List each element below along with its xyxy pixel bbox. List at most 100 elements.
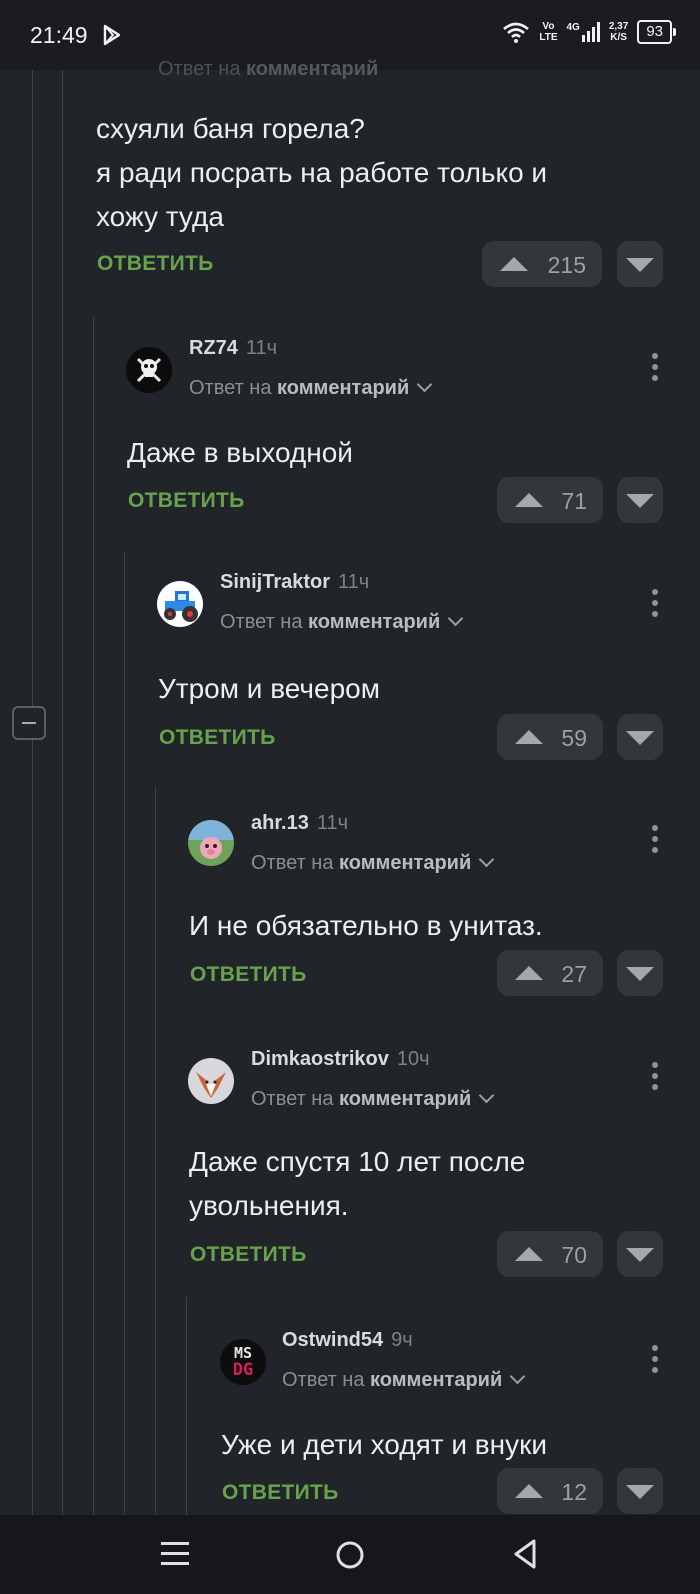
downvote-button[interactable]: [617, 241, 663, 287]
upvote-button[interactable]: 27: [497, 950, 603, 996]
reply-button[interactable]: ОТВЕТИТЬ: [97, 252, 214, 276]
downvote-icon: [626, 1248, 654, 1262]
reply-to: Ответ на комментарий: [189, 376, 433, 400]
reply-target-link[interactable]: комментарий: [246, 58, 378, 80]
reply-button[interactable]: ОТВЕТИТЬ: [159, 726, 276, 750]
network-type: 4G: [566, 22, 580, 33]
upvote-icon: [515, 1247, 543, 1261]
downvote-button[interactable]: [617, 1468, 663, 1514]
net-speed-unit: K/S: [610, 32, 627, 43]
upvote-icon: [515, 1484, 543, 1498]
reply-target-link[interactable]: комментарий: [308, 611, 440, 633]
author-name[interactable]: Ostwind54: [282, 1329, 383, 1351]
signal-icon: 4G: [567, 22, 600, 42]
comment-time: 10ч: [396, 1048, 430, 1070]
comment-text-line: И не обязательно в унитаз.: [189, 910, 543, 941]
vote-count: 27: [561, 961, 587, 987]
back-icon[interactable]: [512, 1538, 538, 1570]
volte-label: Vo LTE: [539, 21, 557, 43]
wifi-icon: [503, 22, 530, 43]
comment-text-line: Даже спустя 10 лет после: [189, 1146, 526, 1177]
avatar[interactable]: MS DG: [220, 1339, 266, 1385]
downvote-icon: [626, 1485, 654, 1499]
menu-icon[interactable]: [161, 1539, 189, 1569]
vote-count: 59: [561, 725, 587, 751]
chevron-down-icon[interactable]: [478, 851, 495, 868]
comment-text-line: увольнения.: [189, 1190, 349, 1221]
reply-target-link[interactable]: комментарий: [339, 852, 471, 874]
avatar[interactable]: [188, 820, 234, 866]
chevron-down-icon[interactable]: [416, 376, 433, 393]
comment-header: ahr.13 11ч: [251, 812, 348, 835]
comment-text-line: хожу туда: [96, 201, 224, 232]
comment-header: SinijTraktor 11ч: [220, 571, 369, 594]
comment-time: 11ч: [245, 337, 278, 359]
comment-time: 9ч: [391, 1329, 413, 1351]
upvote-button[interactable]: 71: [497, 477, 603, 523]
play-store-icon: [103, 24, 121, 46]
reply-button[interactable]: ОТВЕТИТЬ: [222, 1481, 339, 1505]
chevron-down-icon[interactable]: [478, 1087, 495, 1104]
avatar[interactable]: [126, 347, 172, 393]
volte-top: Vo: [542, 21, 555, 32]
net-speed-value: 2,37: [608, 21, 629, 32]
upvote-icon: [515, 730, 543, 744]
avatar-text-bottom: DG: [232, 1360, 254, 1380]
downvote-icon: [626, 731, 654, 745]
reply-button[interactable]: ОТВЕТИТЬ: [128, 489, 245, 513]
more-options-icon[interactable]: [652, 1345, 658, 1378]
upvote-button[interactable]: 59: [497, 714, 603, 760]
reply-target-link[interactable]: комментарий: [370, 1369, 502, 1391]
thread-line: [62, 70, 63, 1515]
signal-bars-icon: [581, 22, 600, 42]
reply-to: Ответ на комментарий: [251, 1087, 495, 1111]
vote-count: 71: [561, 488, 587, 514]
downvote-button[interactable]: [617, 1231, 663, 1277]
author-name[interactable]: RZ74: [189, 337, 238, 359]
thread-line: [32, 740, 33, 1515]
avatar[interactable]: [157, 581, 203, 627]
upvote-button[interactable]: 70: [497, 1231, 603, 1277]
reply-to: Ответ на комментарий: [282, 1368, 526, 1392]
skull-icon: [136, 357, 162, 383]
vote-count: 70: [561, 1242, 587, 1268]
downvote-button[interactable]: [617, 950, 663, 996]
battery-icon: 93: [637, 20, 676, 44]
downvote-icon: [626, 967, 654, 981]
reply-button[interactable]: ОТВЕТИТЬ: [190, 963, 307, 987]
more-options-icon[interactable]: [652, 589, 658, 622]
reply-target-link[interactable]: комментарий: [339, 1088, 471, 1110]
author-name[interactable]: ahr.13: [251, 812, 309, 834]
reply-button[interactable]: ОТВЕТИТЬ: [190, 1243, 307, 1267]
more-options-icon[interactable]: [652, 825, 658, 858]
reply-target-link[interactable]: комментарий: [277, 377, 409, 399]
upvote-button[interactable]: 12: [497, 1468, 603, 1514]
author-name[interactable]: SinijTraktor: [220, 571, 330, 593]
downvote-button[interactable]: [617, 714, 663, 760]
more-options-icon[interactable]: [652, 1062, 658, 1095]
downvote-icon: [626, 258, 654, 272]
comment-header: RZ74 11ч: [189, 337, 277, 360]
volte-bottom: LTE: [539, 32, 558, 43]
upvote-icon: [500, 257, 528, 271]
upvote-icon: [515, 493, 543, 507]
home-icon[interactable]: [335, 1540, 365, 1570]
more-options-icon[interactable]: [652, 353, 658, 386]
reply-prefix: Ответ на: [220, 611, 303, 633]
fox-icon: [196, 1072, 226, 1098]
tractor-icon: [164, 591, 198, 622]
chevron-down-icon[interactable]: [509, 1368, 526, 1385]
upvote-button[interactable]: 215: [482, 241, 602, 287]
chevron-down-icon[interactable]: [447, 610, 464, 627]
comment-text-line: Даже в выходной: [127, 437, 353, 468]
downvote-button[interactable]: [617, 477, 663, 523]
comment-time: 11ч: [316, 812, 349, 834]
vote-count: 215: [547, 252, 586, 278]
reply-prefix: Ответ на: [282, 1369, 365, 1391]
author-name[interactable]: Dimkaostrikov: [251, 1048, 389, 1070]
collapse-thread-button[interactable]: [12, 706, 46, 740]
avatar[interactable]: [188, 1058, 234, 1104]
avatar-text-top: MS: [233, 1344, 253, 1362]
upvote-icon: [515, 966, 543, 980]
thread-line: [186, 1297, 187, 1515]
